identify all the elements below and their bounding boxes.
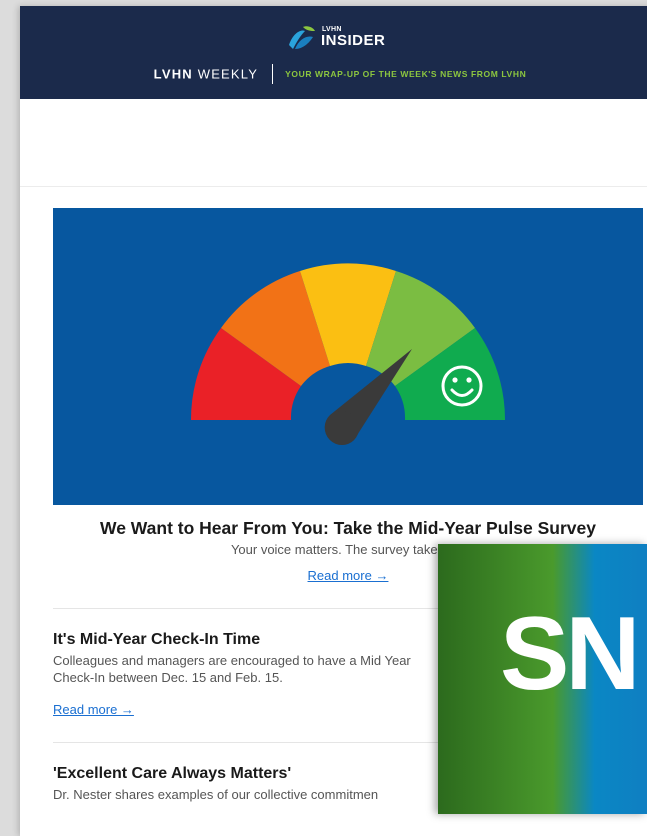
tagline-row: LVHN WEEKLY YOUR WRAP-UP OF THE WEEK'S NE… [20, 64, 647, 84]
tagline-divider [272, 64, 274, 84]
weekly-brand: LVHN [153, 66, 193, 82]
pulse-survey-image[interactable] [53, 208, 643, 505]
gauge-illustration [190, 263, 506, 445]
weekly-label: LVHN WEEKLY [154, 67, 258, 82]
overlay-logo-text: SN [500, 596, 640, 712]
excellent-care-summary: Dr. Nester shares examples of our collec… [53, 787, 379, 802]
logo-big-text: INSIDER [321, 32, 386, 49]
overlay-window[interactable]: SN [438, 544, 647, 814]
checkin-read-more-link[interactable]: Read more → [53, 702, 134, 717]
checkin-title[interactable]: It's Mid-Year Check-In Time [53, 631, 260, 649]
checkin-summary: Colleagues and managers are encouraged t… [53, 653, 411, 685]
newsletter-header: LVHN INSIDER LVHN WEEKLY YOUR WRAP-UP OF … [20, 6, 647, 99]
lvhn-leaf-icon [289, 26, 315, 49]
gauge-hub [325, 411, 359, 445]
excellent-care-title[interactable]: 'Excellent Care Always Matters' [53, 765, 291, 783]
pulse-survey-title[interactable]: We Want to Hear From You: Take the Mid-Y… [53, 518, 643, 539]
tagline: YOUR WRAP-UP OF THE WEEK'S NEWS FROM LVH… [285, 69, 527, 79]
weekly-word: WEEKLY [197, 66, 259, 82]
section-divider [20, 186, 647, 187]
